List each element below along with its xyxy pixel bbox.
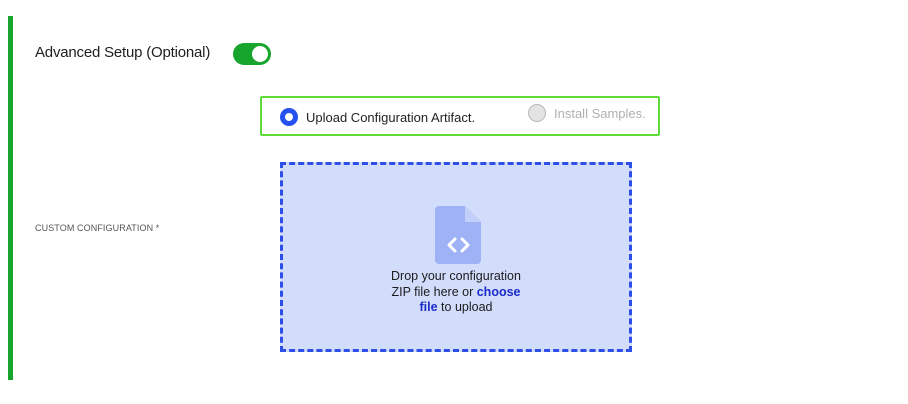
dropzone-instructions: Drop your configuration ZIP file here or… (283, 269, 629, 316)
toggle-knob (252, 46, 268, 62)
dropzone-line-2: ZIP file here or choose (283, 285, 629, 301)
choose-file-link-part2[interactable]: file (420, 300, 438, 314)
file-code-icon (435, 206, 481, 264)
radio-button-selected[interactable] (280, 108, 298, 126)
custom-configuration-label: CUSTOM CONFIGURATION * (35, 223, 160, 233)
section-title: Advanced Setup (Optional) (35, 44, 211, 61)
advanced-setup-toggle[interactable] (233, 43, 271, 65)
dropzone-line-1: Drop your configuration (391, 269, 521, 283)
dropzone-suffix-text: to upload (441, 300, 493, 314)
radio-label-upload-artifact: Upload Configuration Artifact. (306, 109, 476, 125)
section-accent-bar (8, 16, 13, 380)
dropzone-line-2-text: ZIP file here or (391, 284, 474, 299)
radio-option-upload-artifact[interactable]: Upload Configuration Artifact. (280, 108, 475, 126)
radio-button-disabled[interactable] (528, 104, 546, 122)
config-file-dropzone[interactable]: Drop your configuration ZIP file here or… (280, 162, 632, 352)
choose-file-link-part1[interactable]: choose (477, 285, 521, 299)
dropzone-line-3: file to upload (283, 300, 629, 316)
config-source-radio-group: Upload Configuration Artifact. Install S… (260, 96, 660, 136)
radio-label-install-samples: Install Samples. (554, 105, 646, 121)
radio-option-install-samples[interactable]: Install Samples. (528, 104, 646, 122)
